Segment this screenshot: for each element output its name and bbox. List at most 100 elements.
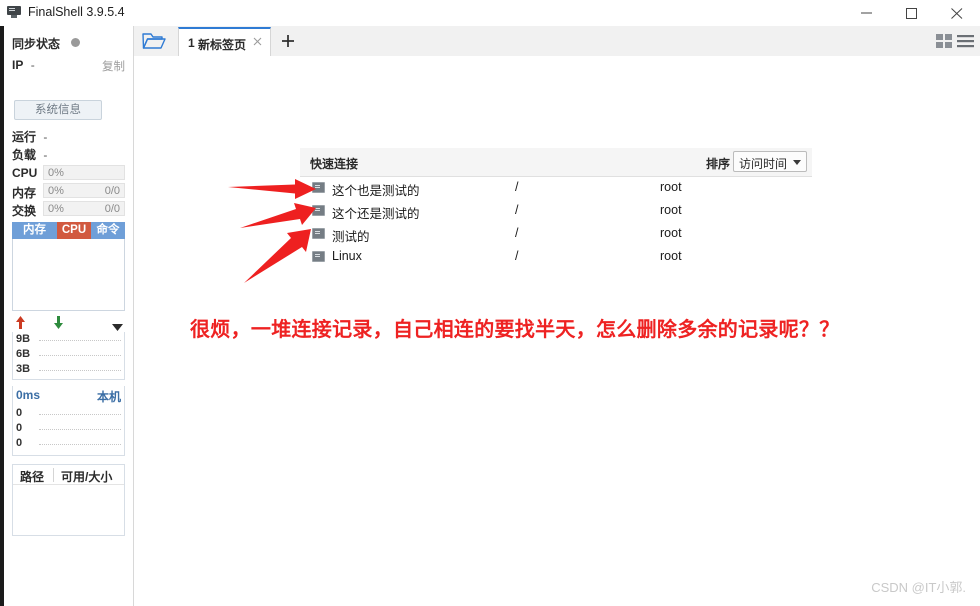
connection-user: root <box>660 249 682 263</box>
connection-user: root <box>660 203 682 217</box>
sync-status-row: 同步状态 <box>12 35 80 52</box>
cpu-meter-label: CPU <box>12 166 37 180</box>
server-monitor-icon <box>312 182 325 193</box>
ping-graph-label-0: 0 <box>16 407 22 419</box>
connection-path: / <box>515 249 518 263</box>
swap-meter-fraction: 0/0 <box>105 203 120 215</box>
grid-view-icon[interactable] <box>936 34 952 48</box>
runtime-label: 运行 <box>12 130 36 144</box>
quick-connect-title: 快速连接 <box>310 155 358 172</box>
tab-title-label: 新标签页 <box>198 36 246 53</box>
runtime-row: 运行 - <box>12 128 47 145</box>
net-graph-label-1: 6B <box>16 348 30 360</box>
net-graph-gridline-2 <box>39 370 121 371</box>
connection-path: / <box>515 226 518 240</box>
tab-close-icon[interactable] <box>251 35 264 48</box>
network-graph-toolbar <box>12 316 125 330</box>
left-sidebar: 同步状态 IP - 复制 系统信息 运行 - 负载 - CPU 0% 内存 0%… <box>4 26 134 606</box>
close-button[interactable] <box>935 0 980 26</box>
sync-status-label: 同步状态 <box>12 37 60 51</box>
annotation-text: 很烦，一堆连接记录，自己相连的要找半天，怎么删除多余的记录呢？？ <box>190 313 840 342</box>
tab-bar: 1 新标签页 <box>134 26 980 57</box>
net-graph-gridline-1 <box>39 355 121 356</box>
monitor-icon <box>7 6 21 18</box>
memory-meter-bar: 0% 0/0 <box>43 183 125 198</box>
folder-open-icon[interactable] <box>142 31 178 53</box>
system-info-button[interactable]: 系统信息 <box>14 100 102 120</box>
file-list-panel: 路径 可用/大小 <box>12 464 125 536</box>
minimize-button[interactable] <box>845 0 890 26</box>
swap-meter: 交换 0% 0/0 <box>12 201 125 216</box>
connection-row[interactable]: 测试的 / root <box>300 223 812 246</box>
file-column-path: 路径 <box>20 468 44 485</box>
ip-value: - <box>31 58 35 72</box>
watermark: CSDN @IT小郭. <box>871 577 966 596</box>
ping-graph-gridline-1 <box>39 429 121 430</box>
ip-row: IP - 复制 <box>12 58 125 72</box>
arrow-down-icon <box>53 316 64 332</box>
cpu-meter-bar: 0% <box>43 165 125 180</box>
load-row: 负载 - <box>12 146 47 163</box>
ip-label: IP <box>12 58 23 72</box>
load-value: - <box>43 148 47 162</box>
server-monitor-icon <box>312 205 325 216</box>
cpu-meter: CPU 0% <box>12 165 125 180</box>
network-traffic-graph: 9B 6B 3B <box>12 332 125 380</box>
connection-name: 测试的 <box>332 226 370 245</box>
load-label: 负载 <box>12 148 36 162</box>
swap-meter-label: 交换 <box>12 202 36 219</box>
server-monitor-icon <box>312 228 325 239</box>
mini-tab-memory[interactable]: 内存 <box>12 222 57 239</box>
cpu-meter-percent: 0% <box>48 167 64 179</box>
file-header-divider <box>53 468 54 482</box>
connection-name: 这个也是测试的 <box>332 180 420 199</box>
connection-path: / <box>515 180 518 194</box>
maximize-button[interactable] <box>890 0 935 26</box>
connection-user: root <box>660 226 682 240</box>
runtime-value: - <box>43 130 47 144</box>
connection-path: / <box>515 203 518 217</box>
hamburger-menu-icon[interactable] <box>957 34 974 48</box>
memory-meter: 内存 0% 0/0 <box>12 183 125 198</box>
file-column-size: 可用/大小 <box>61 468 112 485</box>
copy-ip-link[interactable]: 复制 <box>102 58 125 74</box>
tab-index-label: 1 <box>188 36 195 50</box>
server-monitor-icon <box>312 251 325 262</box>
connection-user: root <box>660 180 682 194</box>
quick-connect-header: 快速连接 排序 访问时间 <box>300 148 812 177</box>
ping-latency-value: 0ms <box>16 388 40 402</box>
quick-connect-panel: 快速连接 排序 访问时间 这个也是测试的 / root 这个还是测试的 / ro… <box>300 148 812 269</box>
net-graph-gridline-0 <box>39 340 121 341</box>
ping-graph-label-2: 0 <box>16 437 22 449</box>
memory-meter-percent: 0% <box>48 185 64 197</box>
memory-meter-fraction: 0/0 <box>105 185 120 197</box>
window-title: FinalShell 3.9.5.4 <box>28 5 125 19</box>
swap-meter-percent: 0% <box>48 203 64 215</box>
connection-name: Linux <box>332 249 362 263</box>
memory-meter-label: 内存 <box>12 184 36 201</box>
title-bar: FinalShell 3.9.5.4 <box>0 0 980 27</box>
ping-graph-gridline-2 <box>39 444 121 445</box>
arrow-up-icon <box>15 316 26 332</box>
connection-row[interactable]: 这个还是测试的 / root <box>300 200 812 223</box>
net-graph-label-2: 3B <box>16 363 30 375</box>
chevron-down-icon <box>793 160 801 165</box>
mini-tab-content-panel <box>12 239 125 311</box>
connection-row[interactable]: Linux / root <box>300 246 812 269</box>
sort-dropdown-value: 访问时间 <box>739 155 787 172</box>
sync-status-dot <box>71 38 80 47</box>
connection-name: 这个还是测试的 <box>332 203 420 222</box>
mini-tab-cpu[interactable]: CPU <box>57 222 91 239</box>
swap-meter-bar: 0% 0/0 <box>43 201 125 216</box>
file-list-header: 路径 可用/大小 <box>13 465 124 485</box>
mini-tab-command[interactable]: 命令 <box>91 222 125 239</box>
sort-dropdown[interactable]: 访问时间 <box>733 151 807 172</box>
ping-graph-gridline-0 <box>39 414 121 415</box>
sidebar-mini-tabs: 内存 CPU 命令 <box>12 222 125 239</box>
sort-label: 排序 <box>706 155 730 172</box>
tab-new-page[interactable]: 1 新标签页 <box>178 27 271 56</box>
connection-row[interactable]: 这个也是测试的 / root <box>300 177 812 200</box>
ping-graph-label-1: 0 <box>16 422 22 434</box>
ping-latency-graph: 0ms 本机 0 0 0 <box>12 386 125 456</box>
new-tab-button[interactable] <box>277 31 299 51</box>
